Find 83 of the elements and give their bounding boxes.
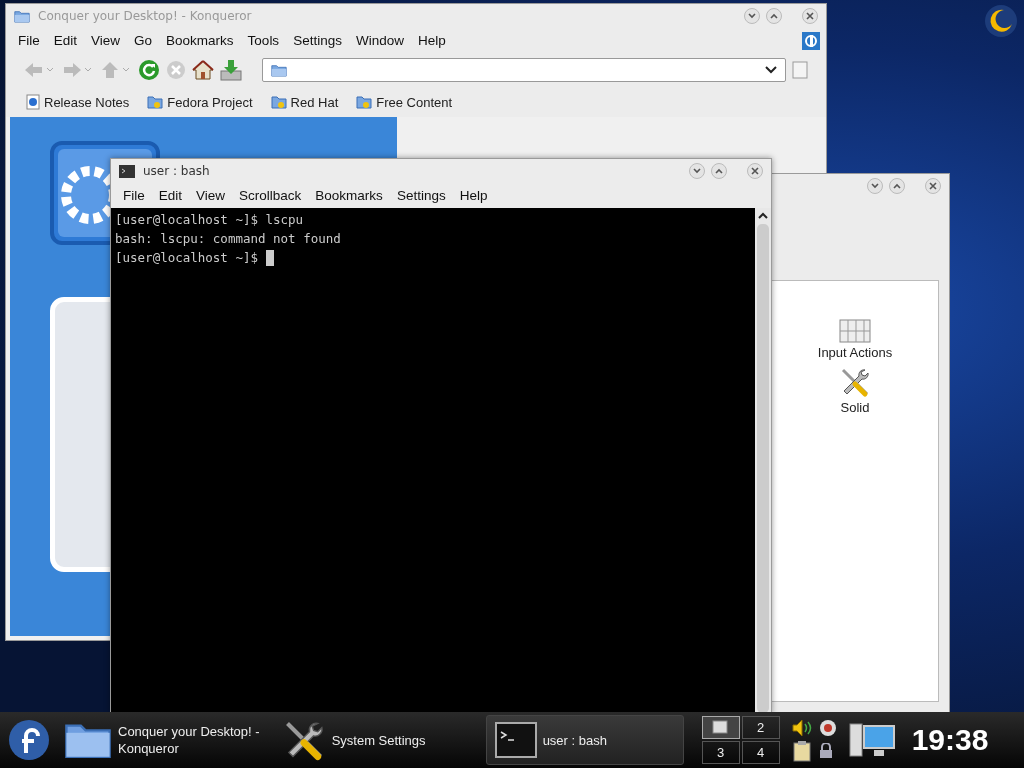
task-label: Conquer your Desktop! - Konqueror (118, 723, 260, 757)
dropdown-caret-icon[interactable] (765, 66, 777, 74)
reload-icon[interactable] (138, 59, 160, 81)
menu-item[interactable]: File (12, 33, 46, 48)
terminal-icon (494, 722, 537, 758)
task-label: user : bash (542, 731, 607, 749)
menu-item[interactable]: Settings (287, 33, 348, 48)
window-title: user : bash (143, 164, 210, 178)
close-button[interactable] (747, 163, 763, 179)
globe-page-icon (26, 94, 40, 110)
menu-item[interactable]: Edit (152, 188, 189, 203)
tools-icon (839, 366, 871, 398)
caret-up-icon (714, 166, 724, 176)
menu-item[interactable]: Tools (241, 33, 286, 48)
taskbar-button[interactable]: System Settings (273, 716, 480, 764)
maximize-button[interactable] (711, 163, 727, 179)
menu-item[interactable]: Settings (390, 188, 452, 203)
close-icon (928, 181, 938, 191)
caret-down-icon (870, 181, 880, 191)
close-button[interactable] (802, 8, 818, 24)
maximize-button[interactable] (889, 178, 905, 194)
menu-item[interactable]: Bookmarks (160, 33, 240, 48)
maximize-button[interactable] (766, 8, 782, 24)
menu-item[interactable]: Help (453, 188, 494, 203)
scrollbar[interactable] (755, 208, 771, 713)
terminal-line: [user@localhost ~]$ (115, 248, 751, 267)
module-launcher[interactable]: Solid (839, 366, 871, 415)
folder-icon (271, 63, 287, 77)
taskbar-button[interactable]: user : bash (485, 715, 684, 765)
folder-icon (356, 95, 373, 109)
close-icon (750, 166, 760, 176)
caret-up-icon (892, 181, 902, 191)
window-title: Conquer your Desktop! - Konqueror (38, 9, 252, 23)
menu-item[interactable]: Scrollback (233, 188, 308, 203)
fedora-logo-icon[interactable] (8, 719, 50, 761)
minimize-button[interactable] (744, 8, 760, 24)
desktop-pager-cell[interactable] (701, 716, 740, 739)
terminal-line: bash: lscpu: command not found (115, 230, 342, 248)
menu-item[interactable]: View (85, 33, 127, 48)
folder-icon (14, 9, 30, 23)
menu-item[interactable]: Edit (47, 33, 84, 48)
caret-down-icon (747, 11, 757, 21)
scroll-up-icon[interactable] (758, 212, 768, 220)
menu-item[interactable]: View (190, 188, 232, 203)
menu-item[interactable]: Window (349, 33, 410, 48)
close-button[interactable] (925, 178, 941, 194)
terminal-icon (119, 164, 135, 178)
speaker-icon[interactable] (791, 719, 814, 737)
folder-icon (147, 95, 164, 109)
folder-icon (270, 95, 287, 109)
minimize-button[interactable] (689, 163, 705, 179)
clock: 19:38 (911, 723, 989, 757)
kde-logo-icon (802, 31, 820, 50)
terminal-line: [user@localhost ~]$ lscpu (115, 211, 305, 229)
desktop-pager-cell[interactable]: 2 (741, 716, 780, 739)
computer-icon[interactable] (847, 722, 896, 758)
bookmark-link[interactable]: Fedora Project (147, 94, 253, 110)
bookmark-link[interactable]: Free Content (356, 94, 453, 110)
desktop-pager-cell[interactable]: 3 (701, 741, 740, 764)
minimize-button[interactable] (867, 178, 883, 194)
address-field[interactable] (262, 58, 786, 82)
caret-down-icon (692, 166, 702, 176)
module-launcher[interactable]: Input Actions (817, 319, 893, 360)
menu-item[interactable]: Help (411, 33, 452, 48)
menu-item[interactable]: File (117, 188, 151, 203)
caret-up-icon (769, 11, 779, 21)
taskbar-button[interactable]: Conquer your Desktop! - Konqueror (56, 716, 268, 764)
keyboard-icon (839, 319, 871, 343)
menu-item[interactable]: Bookmarks (309, 188, 389, 203)
lock-icon[interactable] (817, 743, 834, 759)
desktop-pager-cell[interactable]: 4 (741, 741, 780, 764)
menu-item[interactable]: Go (128, 33, 159, 48)
module-label: Solid (840, 400, 870, 415)
clipboard-icon[interactable] (791, 740, 812, 762)
home-icon[interactable] (192, 60, 214, 80)
download-icon[interactable] (220, 59, 242, 81)
module-label: Input Actions (817, 345, 893, 360)
task-label: System Settings (331, 731, 426, 749)
bookmark-link[interactable]: Red Hat (270, 94, 339, 110)
window-icon (711, 719, 730, 736)
close-icon (805, 11, 815, 21)
moon-icon (984, 4, 1018, 38)
bookmark-link[interactable]: Release Notes (26, 94, 130, 110)
